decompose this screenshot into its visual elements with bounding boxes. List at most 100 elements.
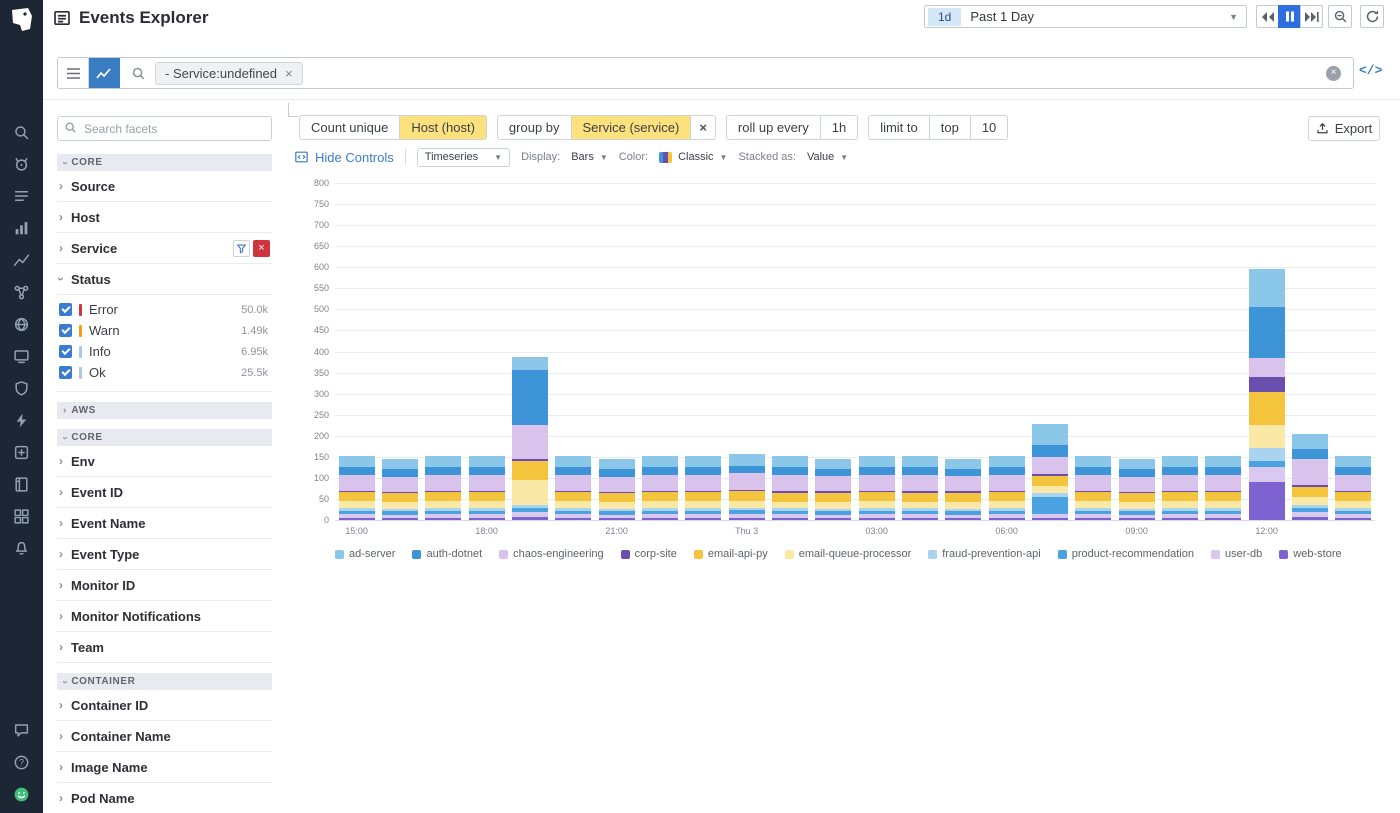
zoom-out-button[interactable] (1328, 5, 1352, 28)
limit-label[interactable]: limit to (868, 115, 930, 140)
chart-view-toggle[interactable] (89, 58, 120, 88)
fast-forward-button[interactable] (1300, 5, 1323, 28)
legend-item-auth-dotnet[interactable]: auth-dotnet (412, 548, 482, 560)
refresh-button[interactable] (1360, 5, 1384, 28)
filter-pill-service-undefined[interactable]: - Service:undefined × (155, 62, 303, 85)
bar-02-00[interactable] (815, 183, 851, 520)
rewind-button[interactable] (1256, 5, 1279, 28)
facet-search-input[interactable] (57, 116, 272, 141)
rum-icon[interactable] (13, 348, 30, 365)
bar-11-00[interactable] (1205, 183, 1241, 520)
facet-pod-name[interactable]: ›Pod Name (57, 783, 272, 813)
bar-10-00[interactable] (1162, 183, 1198, 520)
legend-item-ad-server[interactable]: ad-server (335, 548, 395, 560)
remove-group-by-button[interactable]: × (690, 115, 716, 140)
legend-item-email-queue-processor[interactable]: email-queue-processor (785, 548, 912, 560)
search-icon[interactable] (13, 124, 30, 141)
count-unique-field-host[interactable]: Host (host) (399, 115, 487, 140)
bar-09-00[interactable] (1119, 183, 1155, 520)
status-error-checkbox[interactable] (59, 303, 72, 316)
bar-03-00[interactable] (859, 183, 895, 520)
limit-value[interactable]: 10 (970, 115, 1008, 140)
synthetics-icon[interactable] (13, 316, 30, 333)
bar-19-00[interactable] (512, 183, 548, 520)
facet-event-id[interactable]: ›Event ID (57, 477, 272, 508)
bar-01-00[interactable] (772, 183, 808, 520)
export-button[interactable]: Export (1308, 116, 1380, 141)
legend-item-email-api-py[interactable]: email-api-py (694, 548, 768, 560)
legend-item-web-store[interactable]: web-store (1279, 548, 1341, 560)
legend-item-user-db[interactable]: user-db (1211, 548, 1262, 560)
monitors-icon[interactable] (13, 540, 30, 557)
group-by-label[interactable]: group by (497, 115, 572, 140)
bar-21-00[interactable] (599, 183, 635, 520)
bar-23-00[interactable] (685, 183, 721, 520)
time-range-selector[interactable]: 1d Past 1 Day ▼ (924, 5, 1247, 28)
group-by-field-service[interactable]: Service (service) (571, 115, 692, 140)
bar-13-00[interactable] (1292, 183, 1328, 520)
bar-12-00[interactable] (1249, 183, 1285, 520)
rollup-value[interactable]: 1h (820, 115, 858, 140)
list-view-toggle[interactable] (58, 58, 89, 88)
bar-15-00[interactable] (339, 183, 375, 520)
dashboards-icon[interactable] (13, 508, 30, 525)
bar-16-00[interactable] (382, 183, 418, 520)
metrics-icon[interactable] (13, 220, 30, 237)
clear-search-icon[interactable]: × (1326, 66, 1341, 81)
facet-container-name[interactable]: ›Container Name (57, 721, 272, 752)
facet-container-id[interactable]: ›Container ID (57, 690, 272, 721)
facet-group-header-core[interactable]: ›CORE (57, 154, 272, 171)
facet-monitor-notifications[interactable]: ›Monitor Notifications (57, 601, 272, 632)
facet-group-header-container[interactable]: ›CONTAINER (57, 673, 272, 690)
bar-17-00[interactable] (425, 183, 461, 520)
status-info-checkbox[interactable] (59, 345, 72, 358)
bar-00-00[interactable] (729, 183, 765, 520)
serverless-icon[interactable] (13, 412, 30, 429)
logs-icon[interactable] (13, 188, 30, 205)
facet-team[interactable]: ›Team (57, 632, 272, 663)
legend-item-fraud-prevention-api[interactable]: fraud-prevention-api (928, 548, 1040, 560)
datadog-logo-icon[interactable] (7, 5, 37, 35)
facet-event-type[interactable]: ›Event Type (57, 539, 272, 570)
facet-source[interactable]: ›Source (57, 171, 272, 202)
facet-env[interactable]: ›Env (57, 446, 272, 477)
bar-22-00[interactable] (642, 183, 678, 520)
legend-item-corp-site[interactable]: corp-site (621, 548, 677, 560)
traces-icon[interactable] (13, 252, 30, 269)
facet-status[interactable]: ›Status (57, 264, 272, 295)
help-icon[interactable]: ? (13, 754, 30, 771)
legend-item-product-recommendation[interactable]: product-recommendation (1058, 548, 1194, 560)
bar-20-00[interactable] (555, 183, 591, 520)
search-input[interactable] (311, 66, 1326, 81)
status-ok-checkbox[interactable] (59, 366, 72, 379)
view-type-dropdown[interactable]: Timeseries ▼ (417, 148, 510, 167)
status-icon[interactable] (13, 786, 30, 803)
facet-image-name[interactable]: ›Image Name (57, 752, 272, 783)
legend-item-chaos-engineering[interactable]: chaos-engineering (499, 548, 604, 560)
facet-service[interactable]: ›Service× (57, 233, 272, 264)
notebooks-icon[interactable] (13, 476, 30, 493)
integrations-icon[interactable] (13, 444, 30, 461)
stacked-as-dropdown[interactable]: Value ▼ (807, 151, 848, 163)
facet-group-header-aws[interactable]: ›AWS (57, 402, 272, 419)
pause-button[interactable] (1278, 5, 1301, 28)
bar-18-00[interactable] (469, 183, 505, 520)
bar-07-00[interactable] (1032, 183, 1068, 520)
status-warn-checkbox[interactable] (59, 324, 72, 337)
facet-monitor-id[interactable]: ›Monitor ID (57, 570, 272, 601)
security-icon[interactable] (13, 380, 30, 397)
bar-05-00[interactable] (945, 183, 981, 520)
facet-host[interactable]: ›Host (57, 202, 272, 233)
hide-controls-button[interactable]: Hide Controls (294, 150, 394, 165)
filter-funnel-button[interactable] (233, 240, 250, 257)
facet-group-header-core[interactable]: ›CORE (57, 429, 272, 446)
count-unique-button[interactable]: Count unique (299, 115, 400, 140)
code-view-icon[interactable]: </> (1359, 63, 1382, 78)
display-dropdown[interactable]: Bars ▼ (571, 151, 608, 163)
remove-filter-icon[interactable]: × (285, 67, 293, 80)
bar-06-00[interactable] (989, 183, 1025, 520)
color-dropdown[interactable]: Classic ▼ (659, 151, 727, 163)
rollup-label[interactable]: roll up every (726, 115, 821, 140)
bar-04-00[interactable] (902, 183, 938, 520)
bar-14-00[interactable] (1335, 183, 1371, 520)
